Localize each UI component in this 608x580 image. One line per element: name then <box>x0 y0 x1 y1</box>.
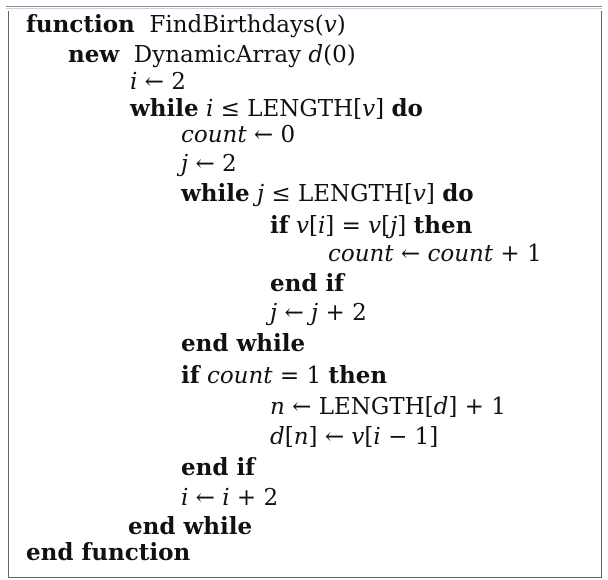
var-v: v <box>351 424 365 450</box>
var-count: count <box>206 363 273 389</box>
assign-value: ← 0 <box>246 122 296 148</box>
keyword-if: if <box>270 212 289 239</box>
plus-one: ] + 1 <box>448 394 506 420</box>
line-assign-d: d[n] ← v[i − 1] <box>270 423 438 451</box>
line-function-header: function FindBirthdays(v) <box>26 11 346 39</box>
keyword-end-if: end if <box>181 454 256 481</box>
var-v: v <box>295 213 309 239</box>
assign-arrow: ← <box>277 300 312 326</box>
plus-two: + 2 <box>318 300 367 326</box>
bracket-open: [ <box>381 213 391 239</box>
equals-one: = 1 <box>272 363 329 389</box>
var-d: d <box>433 394 449 420</box>
bracket-close: ] <box>425 181 443 207</box>
line-increment-i: i ← i + 2 <box>181 484 278 512</box>
var-n: n <box>293 424 309 450</box>
var-i: i <box>373 424 381 450</box>
line-if-equal: if v[i] = v[j] then <box>270 212 472 240</box>
keyword-while: while <box>181 180 250 207</box>
keyword-end-while: end while <box>181 330 306 357</box>
keyword-end-function: end function <box>26 539 191 566</box>
var-count: count <box>181 122 247 148</box>
var-count: count <box>328 241 394 267</box>
condition-text: ≤ LENGTH[ <box>213 96 363 122</box>
paren-close: ) <box>336 12 346 38</box>
line-end-if-inner: end if <box>270 270 344 298</box>
var-v: v <box>368 213 382 239</box>
type-name: DynamicArray <box>133 42 309 68</box>
assign-arrow: ← <box>393 241 428 267</box>
line-if-count: if count = 1 then <box>181 362 387 390</box>
bracket-open: [ <box>308 213 318 239</box>
keyword-while: while <box>130 95 199 122</box>
line-increment-j: j ← j + 2 <box>270 299 367 327</box>
length-text: ← LENGTH[ <box>284 394 434 420</box>
keyword-function: function <box>26 11 135 38</box>
var-i: i <box>222 485 230 511</box>
keyword-if: if <box>181 362 200 389</box>
assign-arrow: ] ← <box>308 424 352 450</box>
keyword-new: new <box>68 41 120 68</box>
line-assign-n: n ← LENGTH[d] + 1 <box>270 393 506 421</box>
line-init-count: count ← 0 <box>181 121 295 149</box>
assign-value: ← 2 <box>188 151 237 177</box>
line-increment-count: count ← count + 1 <box>328 240 542 268</box>
minus-one: − 1] <box>380 424 439 450</box>
var-n: n <box>270 394 285 420</box>
var-v: v <box>412 181 426 207</box>
line-new-array: new DynamicArray d(0) <box>68 41 356 69</box>
assign-arrow: ← <box>188 485 223 511</box>
keyword-end-if: end if <box>270 270 345 297</box>
assign-value: ← 2 <box>137 69 186 95</box>
line-end-if-outer: end if <box>181 454 255 482</box>
var-count: count <box>427 241 494 267</box>
bracket-close: ] <box>375 96 392 122</box>
condition-text: ≤ LENGTH[ <box>264 181 413 207</box>
keyword-then: then <box>413 212 473 239</box>
param-v: v <box>323 12 337 38</box>
var-d: d <box>308 42 324 68</box>
line-end-while-outer: end while <box>128 513 252 541</box>
keyword-then: then <box>328 362 388 389</box>
line-init-j: j ← 2 <box>181 150 237 178</box>
line-init-i: i ← 2 <box>130 68 186 96</box>
array-init: (0) <box>323 42 356 68</box>
line-end-function: end function <box>26 539 190 567</box>
plus-two: + 2 <box>229 485 279 511</box>
keyword-do: do <box>442 180 474 207</box>
line-inner-while: while j ≤ LENGTH[v] do <box>181 180 474 208</box>
plus-one: + 1 <box>493 241 542 267</box>
function-name: FindBirthdays( <box>149 12 324 38</box>
equals-text: ] = <box>325 213 369 239</box>
keyword-end-while: end while <box>128 513 253 540</box>
top-rule-accent <box>6 8 602 9</box>
keyword-do: do <box>391 95 423 122</box>
line-end-while-inner: end while <box>181 330 305 358</box>
var-v: v <box>362 96 376 122</box>
top-rule <box>6 6 602 7</box>
var-d: d <box>270 424 285 450</box>
line-outer-while: while i ≤ LENGTH[v] do <box>130 95 423 123</box>
bracket-close: ] <box>397 213 414 239</box>
bracket-open: [ <box>284 424 294 450</box>
